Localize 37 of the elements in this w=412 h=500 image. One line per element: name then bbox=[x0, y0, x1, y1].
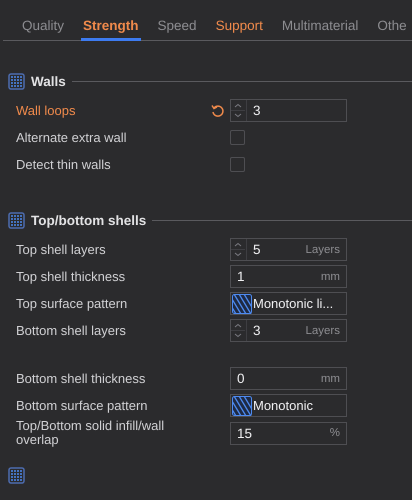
tab[interactable]: Strength bbox=[81, 18, 141, 41]
number-field[interactable]: 5 Layers bbox=[230, 238, 347, 261]
pattern-icon bbox=[232, 294, 252, 314]
section-icon bbox=[8, 72, 25, 90]
checkbox[interactable] bbox=[230, 130, 245, 145]
pattern-icon bbox=[232, 396, 252, 416]
number-field[interactable]: 3 bbox=[230, 99, 347, 122]
setting-label: Top shell layers bbox=[16, 242, 107, 256]
setting-label: Wall loops bbox=[16, 104, 76, 118]
number-field[interactable]: 15 % bbox=[230, 422, 347, 444]
spinner-icon[interactable] bbox=[231, 239, 247, 260]
section-icon bbox=[8, 467, 25, 484]
number-field[interactable]: 0 mm bbox=[230, 367, 347, 390]
number-field[interactable]: 3 Layers bbox=[230, 319, 347, 342]
checkbox[interactable] bbox=[230, 157, 245, 172]
setting-label: Top surface pattern bbox=[16, 296, 128, 310]
pattern-dropdown[interactable]: Monotonic bbox=[230, 394, 347, 417]
spinner-icon[interactable] bbox=[231, 320, 247, 341]
section-title: Top/bottom shells bbox=[31, 212, 146, 228]
pattern-dropdown[interactable]: Monotonic li... bbox=[230, 292, 347, 315]
reset-icon[interactable] bbox=[211, 104, 225, 118]
setting-label: Bottom shell layers bbox=[16, 324, 127, 338]
spinner-icon[interactable] bbox=[231, 100, 247, 121]
section-icon bbox=[8, 212, 25, 228]
section-title: Walls bbox=[31, 74, 66, 88]
tab[interactable]: Quality bbox=[20, 18, 66, 41]
setting-label: Top shell thickness bbox=[16, 270, 126, 284]
number-field[interactable]: 1 mm bbox=[230, 265, 347, 288]
setting-label: Detect thin walls bbox=[16, 158, 112, 172]
tab[interactable]: Support bbox=[214, 18, 265, 41]
tab[interactable]: Speed bbox=[156, 18, 199, 41]
setting-label: Top/Bottom solid infill/wall overlap bbox=[16, 419, 166, 447]
tab[interactable]: Multimaterial bbox=[280, 18, 360, 41]
setting-label: Alternate extra wall bbox=[16, 130, 128, 144]
setting-label: Bottom surface pattern bbox=[16, 398, 149, 412]
tab[interactable]: Othe bbox=[375, 18, 409, 41]
setting-label: Bottom shell thickness bbox=[16, 372, 146, 386]
